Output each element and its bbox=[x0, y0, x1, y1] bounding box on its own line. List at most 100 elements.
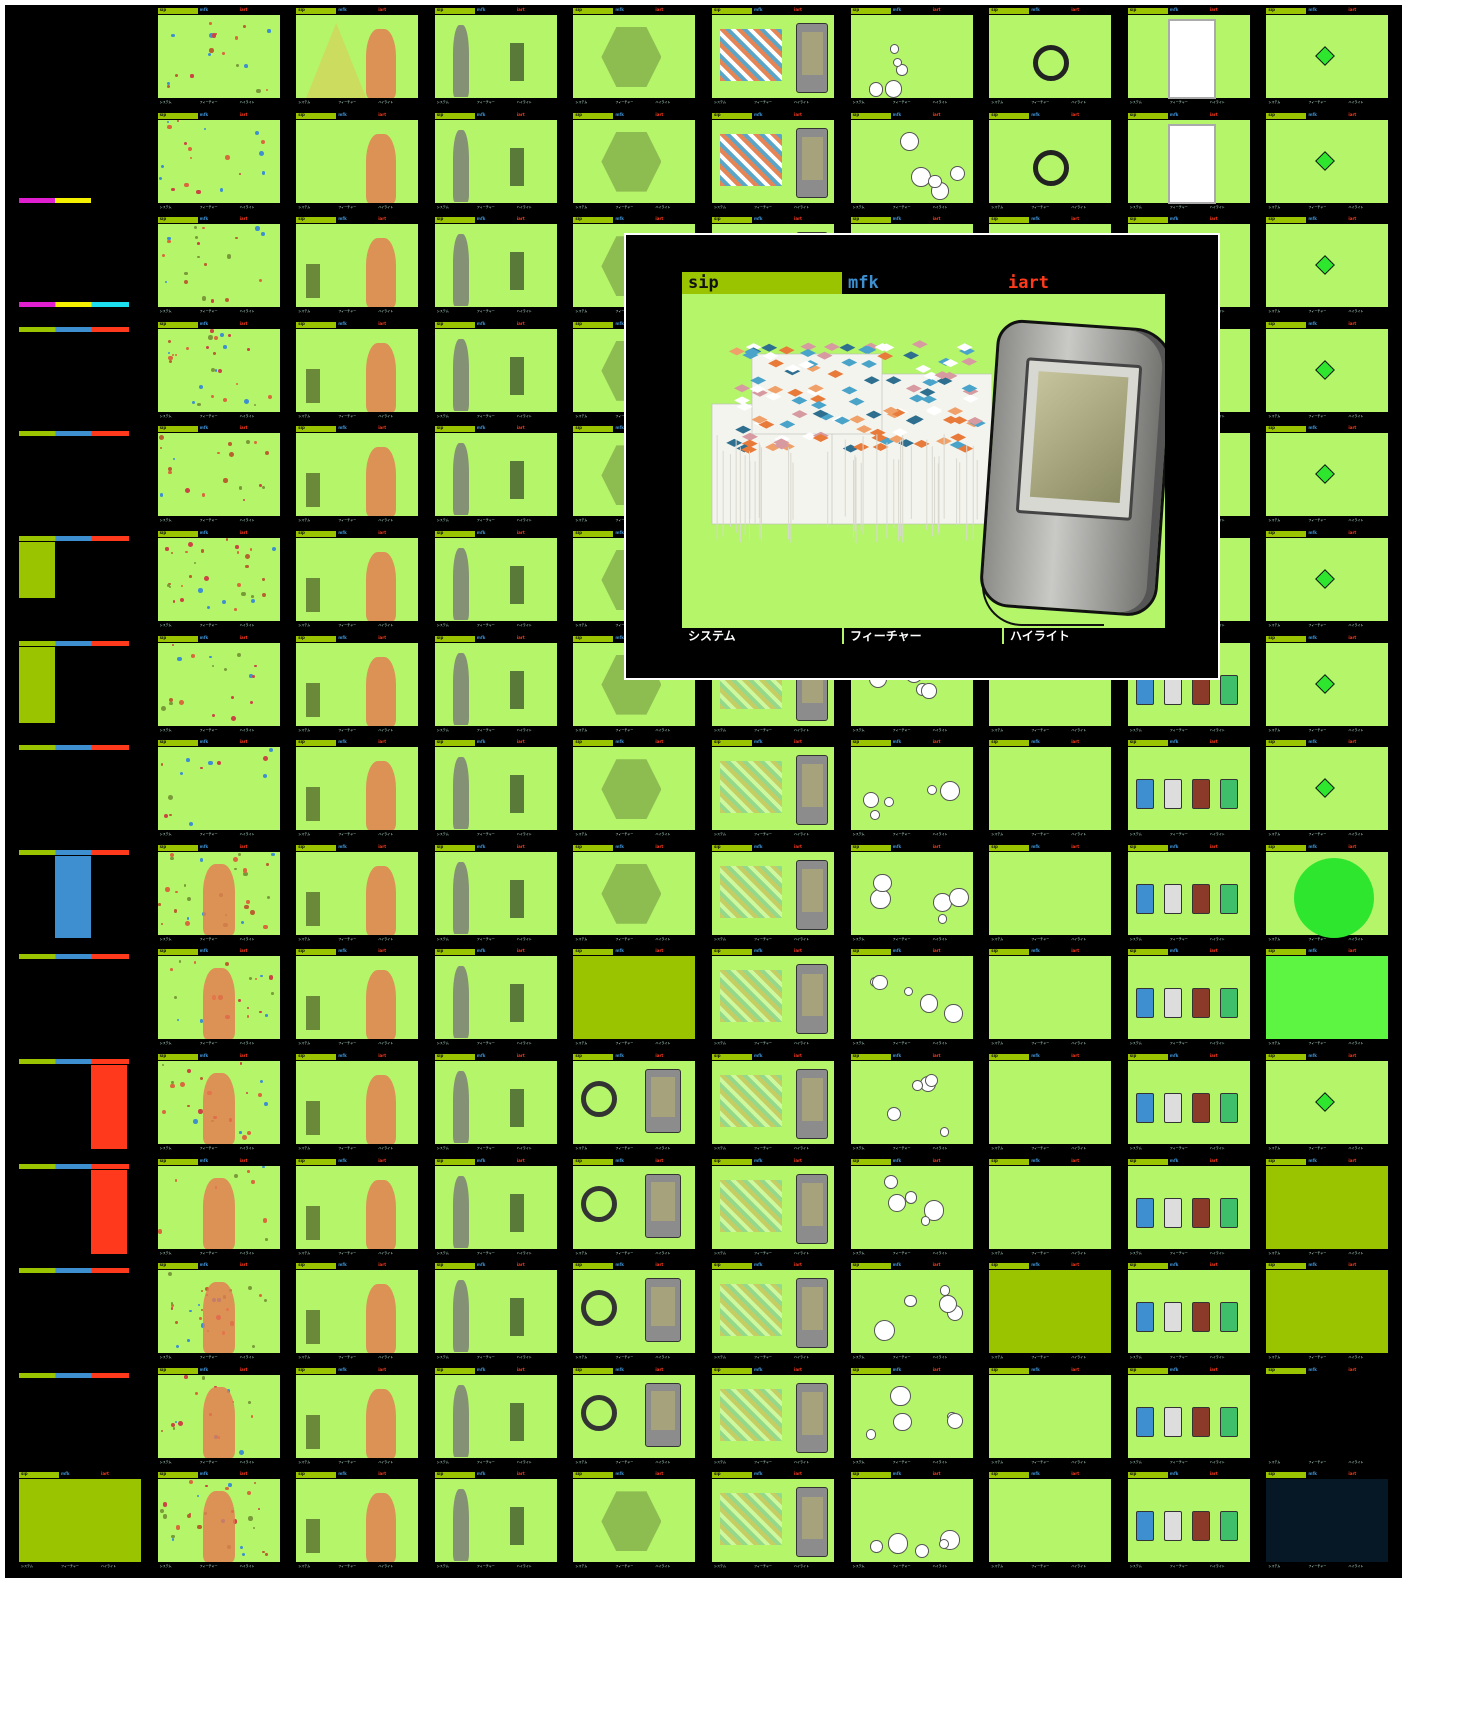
slide-thumbnail[interactable]: sipmfkiartシステムフィーチャーハイライト bbox=[282, 1155, 433, 1265]
slide-thumbnail[interactable]: sipmfkiartシステムフィーチャーハイライト bbox=[420, 1155, 571, 1265]
slide-thumbnail[interactable]: sipmfkiartシステムフィーチャーハイライト bbox=[143, 1051, 294, 1160]
slide-thumbnail[interactable]: sipmfkiartシステムフィーチャーハイライト bbox=[282, 1364, 433, 1474]
slide-thumbnail[interactable]: sipmfkiartシステムフィーチャーハイライト bbox=[836, 1469, 987, 1579]
slide-thumbnail[interactable]: sipmfkiartシステムフィーチャーハイライト bbox=[1252, 423, 1403, 533]
slide-thumbnail[interactable]: sipmfkiartシステムフィーチャーハイライト bbox=[975, 1051, 1126, 1160]
slide-thumbnail[interactable]: sipmfkiartシステムフィーチャーハイライト bbox=[420, 1364, 571, 1474]
slide-thumbnail[interactable]: sipmfkiartシステムフィーチャーハイライト bbox=[1252, 946, 1403, 1056]
slide-thumbnail[interactable]: sipmfkiartシステムフィーチャーハイライト bbox=[282, 1260, 433, 1370]
slide-thumbnail[interactable]: sipmfkiartシステムフィーチャーハイライト bbox=[420, 632, 571, 742]
slide-thumbnail[interactable]: sipmfkiartシステムフィーチャーハイライト bbox=[143, 841, 294, 951]
tab-sip[interactable]: sip bbox=[682, 272, 842, 294]
slide-thumbnail[interactable]: sipmfkiartシステムフィーチャーハイライト bbox=[420, 5, 571, 114]
slide-thumbnail[interactable]: sipmfkiartシステムフィーチャーハイライト bbox=[559, 109, 710, 219]
slide-thumbnail[interactable]: sipmfkiartシステムフィーチャーハイライト bbox=[836, 841, 987, 951]
slide-thumbnail[interactable]: sipmfkiartシステムフィーチャーハイライト bbox=[1252, 632, 1403, 742]
slide-thumbnail[interactable]: sipmfkiartシステムフィーチャーハイライト bbox=[559, 1469, 710, 1579]
slide-thumbnail[interactable]: sipmfkiartシステムフィーチャーハイライト bbox=[1252, 1260, 1403, 1370]
slide-thumbnail[interactable]: sipmfkiartシステムフィーチャーハイライト bbox=[5, 1469, 155, 1579]
slide-thumbnail[interactable]: sipmfkiartシステムフィーチャーハイライト bbox=[420, 528, 571, 637]
slide-thumbnail[interactable]: sipmfkiartシステムフィーチャーハイライト bbox=[282, 946, 433, 1056]
slide-thumbnail[interactable]: sipmfkiartシステムフィーチャーハイライト bbox=[559, 946, 710, 1056]
slide-thumbnail[interactable]: sipmfkiartシステムフィーチャーハイライト bbox=[559, 737, 710, 847]
slide-thumbnail[interactable]: sipmfkiartシステムフィーチャーハイライト bbox=[420, 1469, 571, 1579]
slide-thumbnail[interactable]: sipmfkiartシステムフィーチャーハイライト bbox=[975, 109, 1126, 219]
slide-thumbnail[interactable]: sipmfkiartシステムフィーチャーハイライト bbox=[836, 1155, 987, 1265]
slide-thumbnail[interactable]: sipmfkiartシステムフィーチャーハイライト bbox=[282, 1051, 433, 1160]
slide-thumbnail[interactable] bbox=[5, 946, 155, 1056]
slide-thumbnail[interactable]: sipmfkiartシステムフィーチャーハイライト bbox=[559, 1155, 710, 1265]
slide-thumbnail[interactable]: sipmfkiartシステムフィーチャーハイライト bbox=[143, 1364, 294, 1474]
slide-thumbnail[interactable]: sipmfkiartシステムフィーチャーハイライト bbox=[1113, 1260, 1264, 1370]
slide-thumbnail[interactable]: sipmfkiartシステムフィーチャーハイライト bbox=[559, 1364, 710, 1474]
slide-thumbnail[interactable] bbox=[5, 841, 155, 951]
slide-thumbnail[interactable]: sipmfkiartシステムフィーチャーハイライト bbox=[1252, 109, 1403, 219]
slide-thumbnail[interactable]: sipmfkiartシステムフィーチャーハイライト bbox=[143, 946, 294, 1056]
slide-thumbnail[interactable]: sipmfkiartシステムフィーチャーハイライト bbox=[559, 1260, 710, 1370]
slide-thumbnail[interactable] bbox=[5, 737, 155, 847]
slide-thumbnail[interactable]: sipmfkiartシステムフィーチャーハイライト bbox=[836, 5, 987, 114]
slide-thumbnail[interactable]: sipmfkiartシステムフィーチャーハイライト bbox=[1113, 841, 1264, 951]
slide-thumbnail[interactable]: sipmfkiartシステムフィーチャーハイライト bbox=[1113, 1155, 1264, 1265]
slide-thumbnail[interactable]: sipmfkiartシステムフィーチャーハイライト bbox=[1113, 737, 1264, 847]
slide-thumbnail[interactable]: sipmfkiartシステムフィーチャーハイライト bbox=[975, 841, 1126, 951]
slide-thumbnail[interactable]: sipmfkiartシステムフィーチャーハイライト bbox=[975, 1364, 1126, 1474]
slide-thumbnail[interactable]: sipmfkiartシステムフィーチャーハイライト bbox=[1252, 841, 1403, 951]
slide-thumbnail[interactable]: sipmfkiartシステムフィーチャーハイライト bbox=[420, 109, 571, 219]
slide-thumbnail[interactable]: sipmfkiartシステムフィーチャーハイライト bbox=[1252, 1469, 1403, 1579]
slide-thumbnail[interactable]: sipmfkiartシステムフィーチャーハイライト bbox=[282, 841, 433, 951]
tab-system[interactable]: システム bbox=[682, 628, 842, 644]
slide-thumbnail[interactable]: sipmfkiartシステムフィーチャーハイライト bbox=[1252, 1051, 1403, 1160]
slide-thumbnail[interactable]: sipmfkiartシステムフィーチャーハイライト bbox=[698, 841, 848, 951]
slide-thumbnail[interactable]: sipmfkiartシステムフィーチャーハイライト bbox=[836, 946, 987, 1056]
tab-mfk[interactable]: mfk bbox=[848, 272, 879, 294]
slide-thumbnail[interactable]: sipmfkiartシステムフィーチャーハイライト bbox=[282, 528, 433, 637]
slide-thumbnail[interactable]: sipmfkiartシステムフィーチャーハイライト bbox=[143, 1260, 294, 1370]
slide-thumbnail[interactable]: sipmfkiartシステムフィーチャーハイライト bbox=[282, 214, 433, 324]
slide-thumbnail[interactable]: sipmfkiartシステムフィーチャーハイライト bbox=[420, 841, 571, 951]
slide-thumbnail[interactable]: sipmfkiartシステムフィーチャーハイライト bbox=[1252, 214, 1403, 324]
slide-thumbnail[interactable]: sipmfkiartシステムフィーチャーハイライト bbox=[1113, 1051, 1264, 1160]
slide-thumbnail[interactable]: sipmfkiartシステムフィーチャーハイライト bbox=[143, 5, 294, 114]
slide-thumbnail[interactable]: sipmfkiartシステムフィーチャーハイライト bbox=[836, 109, 987, 219]
slide-thumbnail[interactable]: sipmfkiartシステムフィーチャーハイライト bbox=[698, 109, 848, 219]
slide-thumbnail[interactable]: sipmfkiartシステムフィーチャーハイライト bbox=[836, 1051, 987, 1160]
slide-thumbnail[interactable]: sipmfkiartシステムフィーチャーハイライト bbox=[559, 5, 710, 114]
slide-thumbnail[interactable] bbox=[5, 1155, 155, 1265]
slide-thumbnail[interactable] bbox=[5, 1364, 155, 1474]
slide-thumbnail[interactable] bbox=[5, 1260, 155, 1370]
slide-thumbnail[interactable] bbox=[5, 1051, 155, 1160]
slide-thumbnail[interactable]: sipmfkiartシステムフィーチャーハイライト bbox=[975, 1469, 1126, 1579]
slide-thumbnail[interactable]: sipmfkiartシステムフィーチャーハイライト bbox=[975, 1155, 1126, 1265]
slide-thumbnail[interactable]: sipmfkiartシステムフィーチャーハイライト bbox=[420, 737, 571, 847]
slide-thumbnail[interactable]: sipmfkiartシステムフィーチャーハイライト bbox=[420, 318, 571, 428]
slide-thumbnail[interactable] bbox=[5, 632, 155, 742]
slide-thumbnail[interactable]: sipmfkiartシステムフィーチャーハイライト bbox=[143, 528, 294, 637]
slide-thumbnail[interactable]: sipmfkiartシステムフィーチャーハイライト bbox=[282, 632, 433, 742]
slide-thumbnail[interactable]: sipmfkiartシステムフィーチャーハイライト bbox=[1252, 1364, 1403, 1474]
slide-thumbnail[interactable]: sipmfkiartシステムフィーチャーハイライト bbox=[975, 5, 1126, 114]
slide-thumbnail[interactable]: sipmfkiartシステムフィーチャーハイライト bbox=[282, 423, 433, 533]
slide-thumbnail[interactable]: sipmfkiartシステムフィーチャーハイライト bbox=[420, 1260, 571, 1370]
slide-thumbnail[interactable] bbox=[5, 528, 155, 637]
slide-thumbnail[interactable]: sipmfkiartシステムフィーチャーハイライト bbox=[559, 841, 710, 951]
slide-thumbnail[interactable]: sipmfkiartシステムフィーチャーハイライト bbox=[1252, 737, 1403, 847]
slide-thumbnail[interactable] bbox=[5, 214, 155, 324]
slide-thumbnail[interactable]: sipmfkiartシステムフィーチャーハイライト bbox=[420, 946, 571, 1056]
slide-thumbnail[interactable]: sipmfkiartシステムフィーチャーハイライト bbox=[143, 214, 294, 324]
slide-thumbnail[interactable]: sipmfkiartシステムフィーチャーハイライト bbox=[975, 737, 1126, 847]
slide-thumbnail[interactable]: sipmfkiartシステムフィーチャーハイライト bbox=[698, 1051, 848, 1160]
slide-thumbnail[interactable]: sipmfkiartシステムフィーチャーハイライト bbox=[1113, 1364, 1264, 1474]
slide-thumbnail[interactable]: sipmfkiartシステムフィーチャーハイライト bbox=[1113, 946, 1264, 1056]
slide-thumbnail[interactable]: sipmfkiartシステムフィーチャーハイライト bbox=[1252, 5, 1403, 114]
slide-thumbnail[interactable]: sipmfkiartシステムフィーチャーハイライト bbox=[1113, 109, 1264, 219]
slide-thumbnail[interactable]: sipmfkiartシステムフィーチャーハイライト bbox=[559, 1051, 710, 1160]
slide-thumbnail[interactable]: sipmfkiartシステムフィーチャーハイライト bbox=[143, 737, 294, 847]
slide-thumbnail[interactable]: sipmfkiartシステムフィーチャーハイライト bbox=[143, 1469, 294, 1579]
slide-thumbnail[interactable]: sipmfkiartシステムフィーチャーハイライト bbox=[1113, 5, 1264, 114]
slide-thumbnail[interactable]: sipmfkiartシステムフィーチャーハイライト bbox=[143, 318, 294, 428]
slide-thumbnail[interactable]: sipmfkiartシステムフィーチャーハイライト bbox=[698, 1155, 848, 1265]
slide-thumbnail[interactable]: sipmfkiartシステムフィーチャーハイライト bbox=[1113, 1469, 1264, 1579]
slide-thumbnail[interactable]: sipmfkiartシステムフィーチャーハイライト bbox=[1252, 528, 1403, 637]
slide-thumbnail[interactable]: sipmfkiartシステムフィーチャーハイライト bbox=[420, 423, 571, 533]
